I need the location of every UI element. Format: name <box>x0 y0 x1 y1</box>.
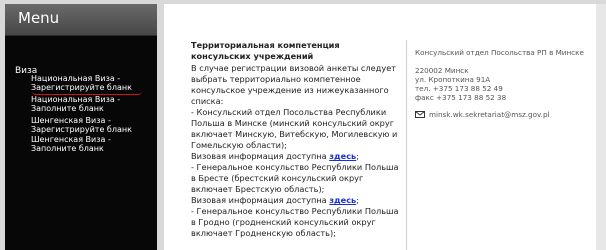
link-here-brest[interactable]: здесь <box>329 195 356 205</box>
intro-text: В случае регистрации визовой анкеты след… <box>191 63 396 106</box>
link-here-minsk[interactable]: здесь <box>329 151 356 161</box>
scrollbar[interactable] <box>596 4 606 250</box>
info-line-brest: Визовая информация доступна здесь; <box>191 195 360 205</box>
contact-block: Консульский отдел Посольства РП в Минске… <box>415 48 600 119</box>
entry-minsk: - Консульский отдел Посольства Республик… <box>191 107 398 150</box>
contact-org: Консульский отдел Посольства РП в Минске <box>415 48 584 57</box>
page-title: Территориальная компетенция консульских … <box>191 40 340 61</box>
mail-icon <box>415 111 425 118</box>
menu-title: Menu <box>18 9 60 27</box>
main-text: Территориальная компетенция консульских … <box>191 40 401 239</box>
nav-item-schengen-fill[interactable]: Шенгенская Виза - Заполните бланк <box>31 135 151 153</box>
nav-item-schengen-register[interactable]: Шенгенская Виза - Зарегистрируйте бланк <box>31 116 151 134</box>
vertical-divider <box>406 40 407 250</box>
nav-item-national-register[interactable]: Национальная Виза - Зарегистрируйте блан… <box>31 74 151 92</box>
contact-fax: факс +375 173 88 52 38 <box>415 93 507 102</box>
email-row: minsk.wk.sekretariat@msz.gov.pl <box>415 110 600 119</box>
nav-item-national-fill[interactable]: Национальная Виза - Заполните бланк <box>31 95 151 113</box>
contact-email[interactable]: minsk.wk.sekretariat@msz.gov.pl <box>429 110 550 119</box>
contact-phone: тел. +375 173 88 52 49 <box>415 84 503 93</box>
contact-address-1: 220002 Минск <box>415 66 469 75</box>
menu-header: Menu <box>5 4 157 36</box>
info-line-minsk: Визовая информация доступна здесь; <box>191 151 360 161</box>
entry-grodno: - Генеральное консульство Республики Пол… <box>191 206 399 238</box>
contact-address-2: ул. Кропоткина 91А <box>415 75 491 84</box>
content-panel: Территориальная компетенция консульских … <box>164 4 606 250</box>
entry-brest: - Генеральное консульство Республики Пол… <box>191 162 399 194</box>
